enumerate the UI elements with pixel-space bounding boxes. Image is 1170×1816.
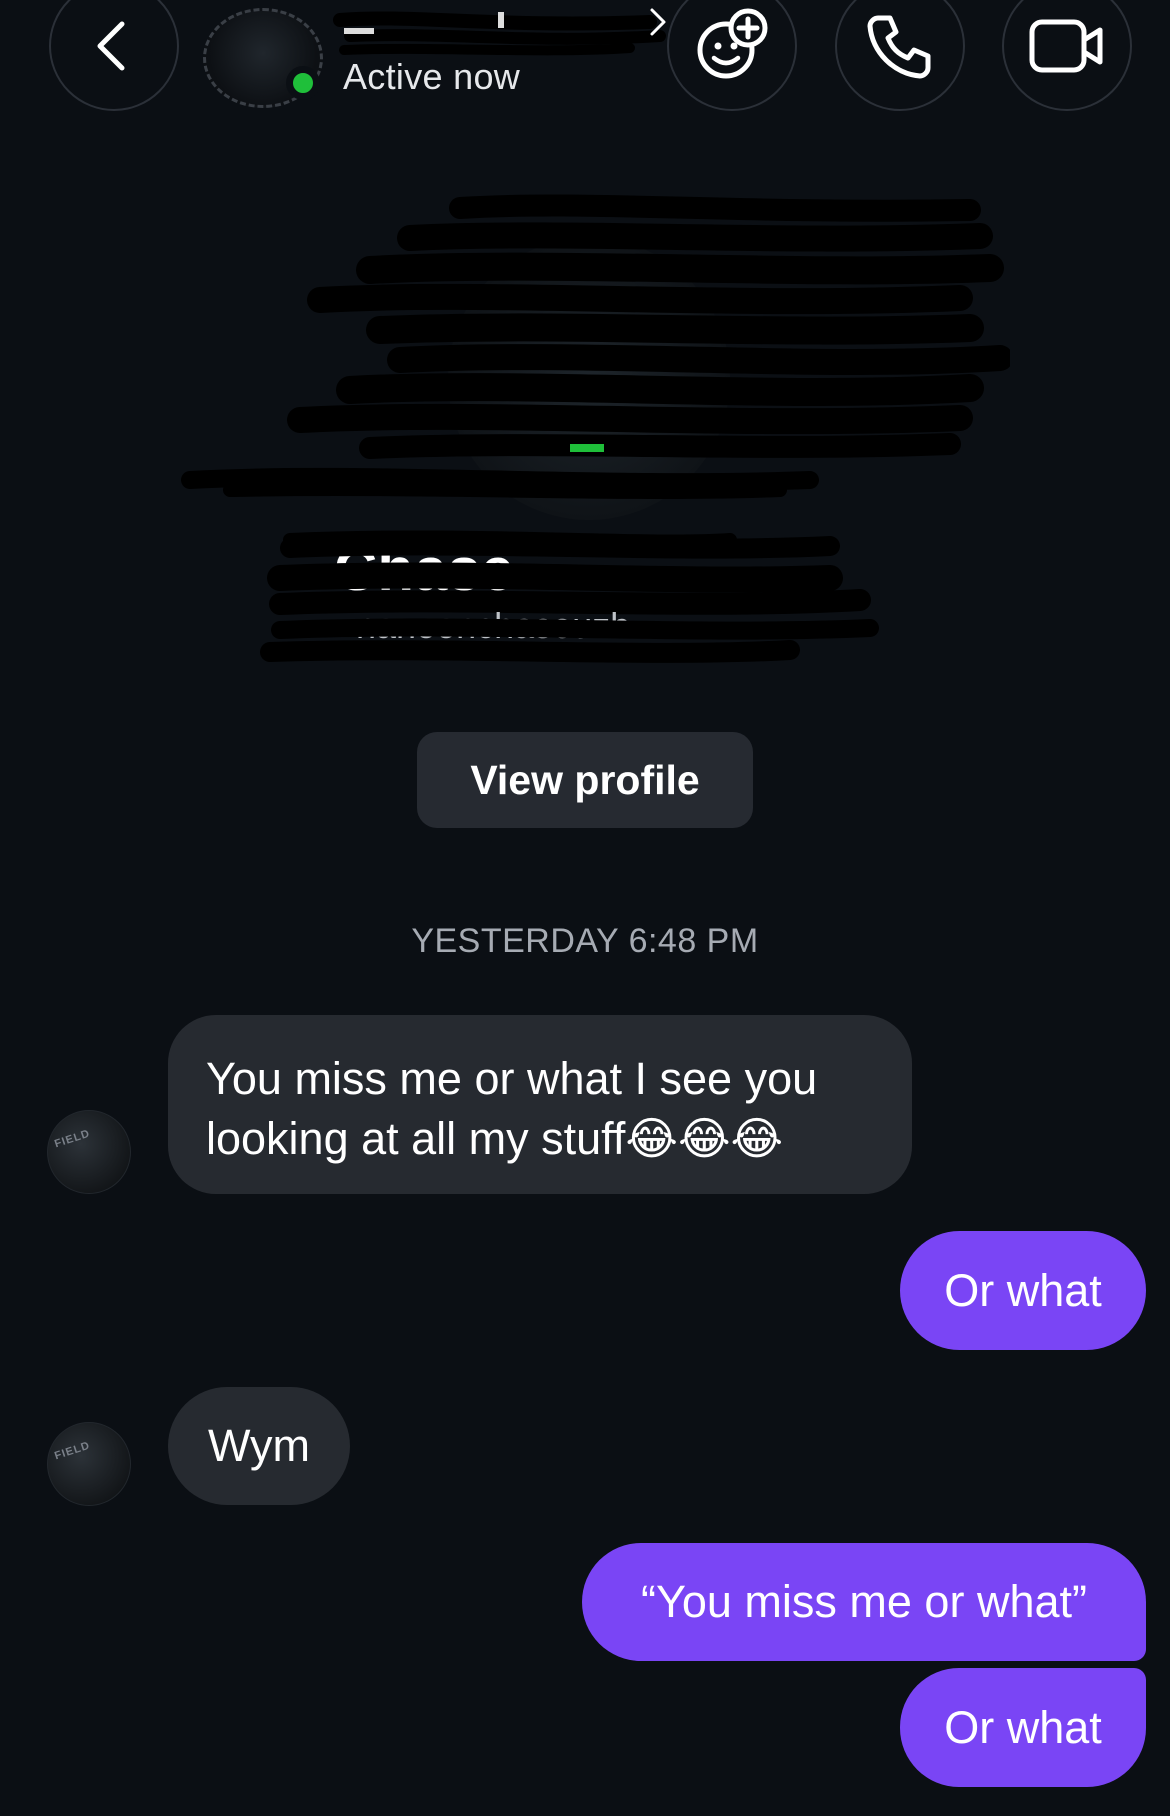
- effects-button[interactable]: [667, 0, 797, 111]
- audio-call-button[interactable]: [835, 0, 965, 111]
- chevron-left-icon: [97, 21, 125, 71]
- sticker-add-icon: [697, 8, 768, 79]
- sender-avatar[interactable]: FIELD: [47, 1422, 131, 1506]
- chevron-right-icon[interactable]: [646, 4, 670, 40]
- incoming-message-bubble[interactable]: You miss me or what I see you looking at…: [168, 1015, 912, 1194]
- video-call-button[interactable]: [1002, 0, 1132, 111]
- message-timestamp: YESTERDAY 6:48 PM: [411, 922, 759, 960]
- incoming-message-bubble[interactable]: Wym: [168, 1387, 350, 1505]
- outgoing-message-bubble[interactable]: Or what: [900, 1231, 1146, 1350]
- view-profile-button[interactable]: View profile: [417, 732, 753, 828]
- video-camera-icon: [1029, 19, 1103, 73]
- outgoing-message-bubble[interactable]: Or what: [900, 1668, 1146, 1787]
- phone-icon: [867, 15, 931, 79]
- back-button[interactable]: [49, 0, 179, 111]
- presence-dot: [286, 66, 320, 100]
- outgoing-message-bubble[interactable]: “You miss me or what”: [582, 1543, 1146, 1661]
- redacted-contact-name[interactable]: [330, 6, 680, 56]
- active-status: Active now: [343, 56, 521, 97]
- dm-thread-screen: Active now Chase nanoonchaseuzb View pro…: [0, 0, 1170, 1816]
- sender-avatar[interactable]: FIELD: [47, 1110, 131, 1194]
- redacted-profile-info: Chase nanoonchaseuzb: [181, 194, 1010, 663]
